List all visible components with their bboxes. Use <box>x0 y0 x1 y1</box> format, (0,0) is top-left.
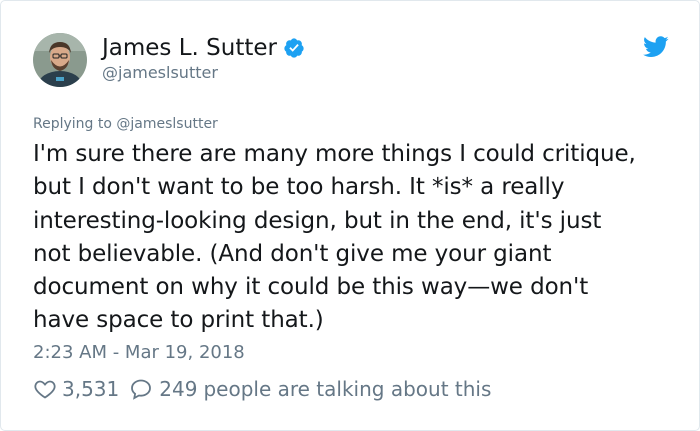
reply-to-handle-link[interactable]: @jameslsutter <box>116 116 217 132</box>
engagement-bar: 3,531 249 people are talking about this <box>33 375 491 403</box>
reply-count: 249 <box>159 377 198 401</box>
avatar-photo <box>33 33 87 87</box>
reply-button[interactable]: 249 <box>129 377 197 401</box>
avatar[interactable] <box>33 33 87 87</box>
talking-about-text[interactable]: people are talking about this <box>203 377 491 401</box>
author-name[interactable]: James L. Sutter <box>102 34 305 62</box>
tweet-card: James L. Sutter @jameslsutter Replying t… <box>0 0 700 431</box>
reply-prefix: Replying to <box>33 116 112 132</box>
tweet-timestamp[interactable]: 2:23 AM - Mar 19, 2018 <box>33 341 245 365</box>
heart-icon <box>34 380 56 399</box>
verified-badge-icon <box>284 38 304 58</box>
author-display-name[interactable]: James L. Sutter <box>102 34 277 62</box>
tweet-text: I'm sure there are many more things I co… <box>33 141 636 334</box>
reply-context: Replying to @jameslsutter <box>33 115 218 133</box>
twitter-bird-icon[interactable] <box>643 36 669 58</box>
author-handle[interactable]: @jameslsutter <box>102 63 218 83</box>
speech-bubble-icon <box>131 379 152 400</box>
like-button[interactable]: 3,531 <box>33 377 129 401</box>
like-count: 3,531 <box>62 377 120 401</box>
